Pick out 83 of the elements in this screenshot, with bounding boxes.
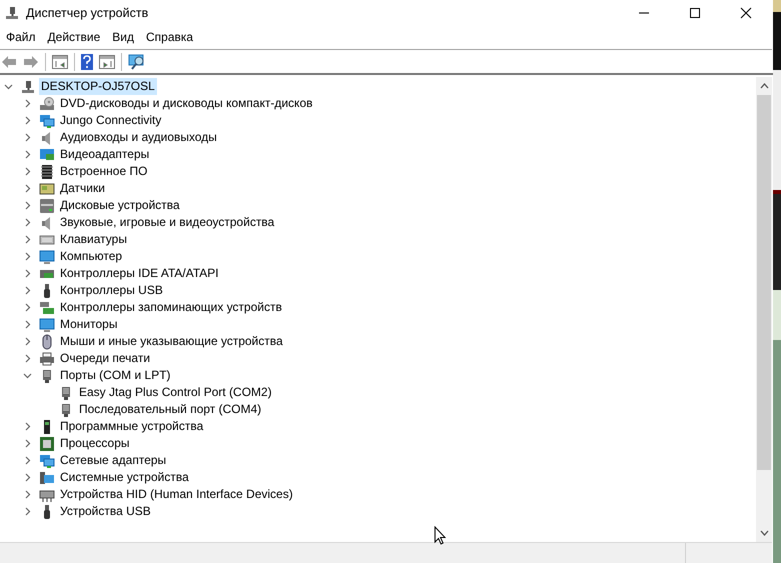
expand-chevron-icon[interactable] [23, 490, 32, 499]
forward-arrow-icon[interactable] [23, 54, 39, 68]
expand-chevron-icon[interactable] [23, 269, 32, 278]
network-icon [39, 452, 55, 468]
expand-chevron-icon[interactable] [23, 184, 32, 193]
tree-item[interactable]: Сетевые адаптеры [58, 452, 168, 469]
expand-chevron-icon[interactable] [23, 439, 32, 448]
tree-item[interactable]: Устройства USB [58, 503, 153, 520]
monitor-scan-icon[interactable] [128, 54, 146, 70]
tree-item[interactable]: Устройства HID (Human Interface Devices) [58, 486, 295, 503]
close-icon[interactable] [740, 6, 752, 18]
expand-chevron-icon[interactable] [23, 422, 32, 431]
tree-item[interactable]: Системные устройства [58, 469, 191, 486]
storage-controller-icon [39, 300, 55, 316]
expand-chevron-icon[interactable] [23, 167, 32, 176]
tree-item[interactable]: Видеоадаптеры [58, 146, 152, 163]
tree-item[interactable]: Звуковые, игровые и видеоустройства [58, 214, 276, 231]
back-arrow-icon[interactable] [1, 54, 17, 68]
panel-icon[interactable] [52, 54, 68, 68]
expand-chevron-icon[interactable] [23, 320, 32, 329]
tree-item[interactable]: Очереди печати [58, 350, 152, 367]
menu-item[interactable]: Действие [42, 30, 106, 44]
tree-item[interactable]: Jungo Connectivity [58, 112, 164, 129]
tree-item[interactable]: Мониторы [58, 316, 120, 333]
collapse-chevron-icon[interactable] [4, 82, 13, 91]
tree-item[interactable]: Дисковые устройства [58, 197, 182, 214]
expand-chevron-icon[interactable] [23, 150, 32, 159]
expand-chevron-icon[interactable] [23, 133, 32, 142]
expand-chevron-icon[interactable] [23, 99, 32, 108]
scroll-up-icon[interactable] [760, 83, 768, 89]
sensor-icon [39, 180, 55, 196]
monitor-icon [39, 316, 55, 332]
computer-icon [20, 78, 36, 94]
menu-item[interactable]: Вид [106, 30, 140, 44]
expand-chevron-icon[interactable] [23, 116, 32, 125]
network-icon [39, 112, 55, 128]
tree-item[interactable]: DVD-дисководы и дисководы компакт-дисков [58, 95, 315, 112]
drive-icon [39, 198, 55, 214]
expand-chevron-icon[interactable] [23, 456, 32, 465]
menu-item[interactable]: Файл [0, 30, 42, 44]
tree-item[interactable]: Клавиатуры [58, 231, 129, 248]
system-icon [39, 470, 55, 486]
chip-icon [39, 164, 55, 180]
tree-item[interactable]: Контроллеры IDE ATA/ATAPI [58, 265, 221, 282]
menu-item[interactable]: Справка [140, 30, 200, 44]
expand-chevron-icon[interactable] [23, 473, 32, 482]
scrollbar-thumb[interactable] [757, 95, 771, 470]
expand-chevron-icon[interactable] [23, 303, 32, 312]
monitor-icon [39, 248, 55, 264]
expand-chevron-icon[interactable] [23, 286, 32, 295]
scrollbar[interactable] [756, 77, 772, 542]
tree-item[interactable]: Аудиовходы и аудиовыходы [58, 129, 219, 146]
expand-chevron-icon[interactable] [23, 507, 32, 516]
display-adapter-icon [39, 146, 55, 162]
tree-item[interactable]: DESKTOP-OJ57OSL [39, 78, 157, 95]
expand-chevron-icon[interactable] [23, 252, 32, 261]
tree-item[interactable]: Датчики [58, 180, 107, 197]
panel-icon[interactable] [99, 54, 115, 68]
tree-item[interactable]: Порты (COM и LPT) [58, 367, 173, 384]
maximize-icon[interactable] [689, 6, 701, 18]
help-icon[interactable] [81, 54, 93, 70]
app-icon [4, 4, 20, 20]
scroll-down-icon[interactable] [760, 530, 768, 536]
window-title: Диспетчер устройств [26, 6, 148, 20]
expand-chevron-icon[interactable] [23, 218, 32, 227]
collapse-chevron-icon[interactable] [23, 371, 32, 380]
tree-item[interactable]: Контроллеры USB [58, 282, 165, 299]
tree-item[interactable]: Процессоры [58, 435, 132, 452]
disc-drive-icon [39, 96, 55, 112]
processor-icon [39, 436, 55, 452]
expand-chevron-icon[interactable] [23, 354, 32, 363]
tree-item[interactable]: Контроллеры запоминающих устройств [58, 299, 284, 316]
tree-item[interactable]: Встроенное ПО [58, 163, 150, 180]
expand-chevron-icon[interactable] [23, 201, 32, 210]
tree-item[interactable]: Мыши и иные указывающие устройства [58, 333, 285, 350]
printer-icon [39, 350, 55, 366]
expand-chevron-icon[interactable] [23, 235, 32, 244]
tree-item[interactable]: Компьютер [58, 248, 124, 265]
expand-chevron-icon[interactable] [23, 337, 32, 346]
tree-item[interactable]: Последовательный порт (COM4) [77, 401, 264, 418]
tree-item[interactable]: Easy Jtag Plus Control Port (COM2) [77, 384, 274, 401]
mouse-pointer-icon [434, 526, 446, 545]
tree-item[interactable]: Программные устройства [58, 418, 206, 435]
